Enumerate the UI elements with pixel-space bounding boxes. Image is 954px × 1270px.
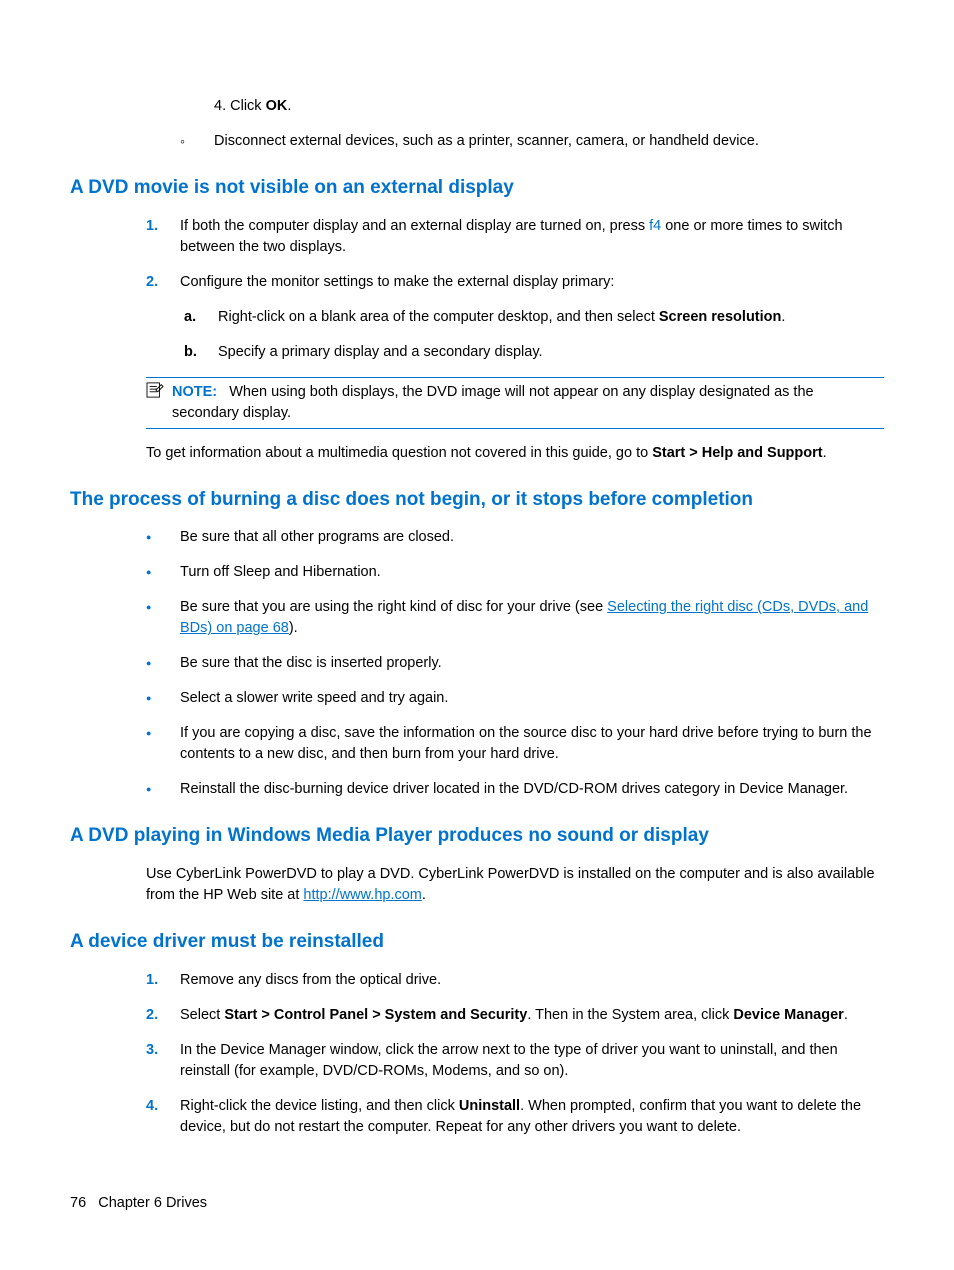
bold-text: Device Manager [733,1007,843,1023]
text: Configure the monitor settings to make t… [180,274,614,290]
section-heading-burning: The process of burning a disc does not b… [70,486,884,514]
text: . Then in the System area, click [527,1007,733,1023]
text: If both the computer display and an exte… [180,218,649,234]
paragraph: To get information about a multimedia qu… [146,443,884,464]
substep-4: 4. Click OK. [214,96,884,117]
text: 4. Click [214,98,266,114]
sub-bullet-item: Disconnect external devices, such as a p… [180,131,884,152]
text: Disconnect external devices, such as a p… [214,133,759,149]
text: . [422,887,426,903]
text: If you are copying a disc, save the info… [180,725,872,762]
list-item: In the Device Manager window, click the … [146,1040,884,1082]
note-block: NOTE: When using both displays, the DVD … [146,377,884,429]
bullet-list: Be sure that all other programs are clos… [146,527,884,800]
bold-text: Start > Help and Support [652,445,822,461]
page-number: 76 [70,1195,86,1211]
list-item: If both the computer display and an exte… [146,216,884,258]
section-heading-wmp: A DVD playing in Windows Media Player pr… [70,822,884,850]
text: Use CyberLink PowerDVD to play a DVD. Cy… [146,866,875,903]
lettered-list: Right-click on a blank area of the compu… [184,307,884,363]
list-item: Right-click on a blank area of the compu… [184,307,884,328]
note-icon [146,382,164,398]
text: . [287,98,291,114]
text: Right-click on a blank area of the compu… [218,309,659,325]
list-item: Be sure that all other programs are clos… [146,527,884,548]
bold-text: OK [266,98,288,114]
note-label: NOTE: [172,384,217,400]
list-item: Be sure that the disc is inserted proper… [146,653,884,674]
text: . [844,1007,848,1023]
section-content: Use CyberLink PowerDVD to play a DVD. Cy… [146,864,884,906]
text: ). [289,620,298,636]
text: Be sure that all other programs are clos… [180,529,454,545]
list-item: Right-click the device listing, and then… [146,1096,884,1138]
list-item: Select Start > Control Panel > System an… [146,1005,884,1026]
list-item: Turn off Sleep and Hibernation. [146,562,884,583]
bold-text: Screen resolution [659,309,781,325]
list-item: Specify a primary display and a secondar… [184,342,884,363]
section-heading-driver: A device driver must be reinstalled [70,928,884,956]
paragraph: Use CyberLink PowerDVD to play a DVD. Cy… [146,864,884,906]
text: Turn off Sleep and Hibernation. [180,564,381,580]
text: In the Device Manager window, click the … [180,1042,838,1079]
page-footer: 76 Chapter 6 Drives [70,1193,207,1214]
text: Select a slower write speed and try agai… [180,690,448,706]
external-link[interactable]: http://www.hp.com [303,887,421,903]
bold-text: Uninstall [459,1098,520,1114]
continuation-block: 4. Click OK. Disconnect external devices… [180,96,884,152]
text: Be sure that you are using the right kin… [180,599,607,615]
chapter-label: Chapter 6 Drives [98,1195,207,1211]
list-item: Remove any discs from the optical drive. [146,970,884,991]
list-item: Select a slower write speed and try agai… [146,688,884,709]
text: Select [180,1007,224,1023]
key-label: f4 [649,218,661,234]
numbered-list: Remove any discs from the optical drive.… [146,970,884,1138]
list-item: Configure the monitor settings to make t… [146,272,884,363]
numbered-list: If both the computer display and an exte… [146,216,884,363]
note-text: When using both displays, the DVD image … [172,384,814,421]
section-heading-dvd-external: A DVD movie is not visible on an externa… [70,174,884,202]
section-content: Remove any discs from the optical drive.… [146,970,884,1138]
text: To get information about a multimedia qu… [146,445,652,461]
list-item: If you are copying a disc, save the info… [146,723,884,765]
section-content: If both the computer display and an exte… [146,216,884,464]
sub-bullet-list: Disconnect external devices, such as a p… [180,131,884,152]
text: . [781,309,785,325]
list-item: Reinstall the disc-burning device driver… [146,779,884,800]
text: Remove any discs from the optical drive. [180,972,441,988]
bold-text: Start > Control Panel > System and Secur… [224,1007,527,1023]
list-item: Be sure that you are using the right kin… [146,597,884,639]
text: Be sure that the disc is inserted proper… [180,655,442,671]
text: . [823,445,827,461]
section-content: Be sure that all other programs are clos… [146,527,884,800]
text: Specify a primary display and a secondar… [218,344,543,360]
text: Reinstall the disc-burning device driver… [180,781,848,797]
text: Right-click the device listing, and then… [180,1098,459,1114]
